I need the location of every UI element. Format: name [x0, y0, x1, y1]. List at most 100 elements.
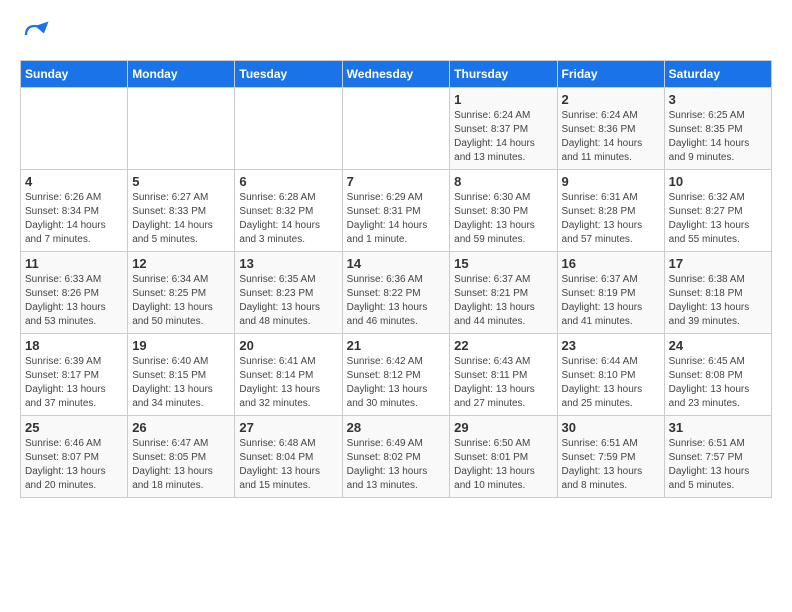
- calendar-cell: 27 Sunrise: 6:48 AMSunset: 8:04 PMDaylig…: [235, 416, 342, 498]
- day-info: Sunrise: 6:33 AMSunset: 8:26 PMDaylight:…: [25, 273, 123, 329]
- calendar-cell: 5 Sunrise: 6:27 AMSunset: 8:33 PMDayligh…: [128, 170, 235, 252]
- calendar-cell: 19 Sunrise: 6:40 AMSunset: 8:15 PMDaylig…: [128, 334, 235, 416]
- day-number: 6: [239, 174, 337, 189]
- calendar-cell: 15 Sunrise: 6:37 AMSunset: 8:21 PMDaylig…: [450, 252, 557, 334]
- calendar-cell: 30 Sunrise: 6:51 AMSunset: 7:59 PMDaylig…: [557, 416, 664, 498]
- calendar-cell: 3 Sunrise: 6:25 AMSunset: 8:35 PMDayligh…: [664, 88, 771, 170]
- day-info: Sunrise: 6:41 AMSunset: 8:14 PMDaylight:…: [239, 355, 337, 411]
- day-info: Sunrise: 6:39 AMSunset: 8:17 PMDaylight:…: [25, 355, 123, 411]
- calendar-cell: 22 Sunrise: 6:43 AMSunset: 8:11 PMDaylig…: [450, 334, 557, 416]
- day-number: 25: [25, 420, 123, 435]
- calendar-cell: 21 Sunrise: 6:42 AMSunset: 8:12 PMDaylig…: [342, 334, 450, 416]
- day-number: 3: [669, 92, 767, 107]
- day-info: Sunrise: 6:51 AMSunset: 7:57 PMDaylight:…: [669, 437, 767, 493]
- day-info: Sunrise: 6:51 AMSunset: 7:59 PMDaylight:…: [562, 437, 660, 493]
- calendar-cell: 11 Sunrise: 6:33 AMSunset: 8:26 PMDaylig…: [21, 252, 128, 334]
- day-number: 4: [25, 174, 123, 189]
- logo-icon: [20, 20, 50, 50]
- calendar-cell: [235, 88, 342, 170]
- day-info: Sunrise: 6:26 AMSunset: 8:34 PMDaylight:…: [25, 191, 123, 247]
- day-header-sunday: Sunday: [21, 61, 128, 88]
- calendar-cell: 25 Sunrise: 6:46 AMSunset: 8:07 PMDaylig…: [21, 416, 128, 498]
- day-number: 19: [132, 338, 230, 353]
- day-number: 5: [132, 174, 230, 189]
- day-info: Sunrise: 6:30 AMSunset: 8:30 PMDaylight:…: [454, 191, 552, 247]
- calendar-cell: 7 Sunrise: 6:29 AMSunset: 8:31 PMDayligh…: [342, 170, 450, 252]
- day-number: 10: [669, 174, 767, 189]
- calendar-week-5: 25 Sunrise: 6:46 AMSunset: 8:07 PMDaylig…: [21, 416, 772, 498]
- calendar-cell: 17 Sunrise: 6:38 AMSunset: 8:18 PMDaylig…: [664, 252, 771, 334]
- day-number: 21: [347, 338, 446, 353]
- day-header-thursday: Thursday: [450, 61, 557, 88]
- calendar-cell: 31 Sunrise: 6:51 AMSunset: 7:57 PMDaylig…: [664, 416, 771, 498]
- day-info: Sunrise: 6:24 AMSunset: 8:36 PMDaylight:…: [562, 109, 660, 165]
- day-number: 18: [25, 338, 123, 353]
- day-number: 7: [347, 174, 446, 189]
- day-number: 30: [562, 420, 660, 435]
- calendar-cell: 28 Sunrise: 6:49 AMSunset: 8:02 PMDaylig…: [342, 416, 450, 498]
- day-number: 28: [347, 420, 446, 435]
- day-info: Sunrise: 6:28 AMSunset: 8:32 PMDaylight:…: [239, 191, 337, 247]
- calendar-cell: 10 Sunrise: 6:32 AMSunset: 8:27 PMDaylig…: [664, 170, 771, 252]
- calendar-cell: [21, 88, 128, 170]
- day-number: 20: [239, 338, 337, 353]
- calendar-cell: 26 Sunrise: 6:47 AMSunset: 8:05 PMDaylig…: [128, 416, 235, 498]
- calendar-cell: 18 Sunrise: 6:39 AMSunset: 8:17 PMDaylig…: [21, 334, 128, 416]
- calendar-week-3: 11 Sunrise: 6:33 AMSunset: 8:26 PMDaylig…: [21, 252, 772, 334]
- calendar-cell: 1 Sunrise: 6:24 AMSunset: 8:37 PMDayligh…: [450, 88, 557, 170]
- day-info: Sunrise: 6:49 AMSunset: 8:02 PMDaylight:…: [347, 437, 446, 493]
- day-header-saturday: Saturday: [664, 61, 771, 88]
- day-number: 22: [454, 338, 552, 353]
- calendar-cell: 2 Sunrise: 6:24 AMSunset: 8:36 PMDayligh…: [557, 88, 664, 170]
- day-info: Sunrise: 6:42 AMSunset: 8:12 PMDaylight:…: [347, 355, 446, 411]
- calendar-cell: 4 Sunrise: 6:26 AMSunset: 8:34 PMDayligh…: [21, 170, 128, 252]
- page-header: [20, 20, 772, 50]
- day-info: Sunrise: 6:37 AMSunset: 8:21 PMDaylight:…: [454, 273, 552, 329]
- day-number: 2: [562, 92, 660, 107]
- day-info: Sunrise: 6:47 AMSunset: 8:05 PMDaylight:…: [132, 437, 230, 493]
- calendar-cell: 14 Sunrise: 6:36 AMSunset: 8:22 PMDaylig…: [342, 252, 450, 334]
- day-number: 24: [669, 338, 767, 353]
- calendar-cell: 12 Sunrise: 6:34 AMSunset: 8:25 PMDaylig…: [128, 252, 235, 334]
- day-number: 15: [454, 256, 552, 271]
- calendar-cell: 16 Sunrise: 6:37 AMSunset: 8:19 PMDaylig…: [557, 252, 664, 334]
- day-info: Sunrise: 6:34 AMSunset: 8:25 PMDaylight:…: [132, 273, 230, 329]
- day-info: Sunrise: 6:45 AMSunset: 8:08 PMDaylight:…: [669, 355, 767, 411]
- day-number: 31: [669, 420, 767, 435]
- day-info: Sunrise: 6:40 AMSunset: 8:15 PMDaylight:…: [132, 355, 230, 411]
- calendar-cell: 8 Sunrise: 6:30 AMSunset: 8:30 PMDayligh…: [450, 170, 557, 252]
- day-number: 17: [669, 256, 767, 271]
- calendar-cell: 9 Sunrise: 6:31 AMSunset: 8:28 PMDayligh…: [557, 170, 664, 252]
- day-header-wednesday: Wednesday: [342, 61, 450, 88]
- calendar-cell: 20 Sunrise: 6:41 AMSunset: 8:14 PMDaylig…: [235, 334, 342, 416]
- calendar-week-4: 18 Sunrise: 6:39 AMSunset: 8:17 PMDaylig…: [21, 334, 772, 416]
- day-number: 11: [25, 256, 123, 271]
- calendar-cell: 13 Sunrise: 6:35 AMSunset: 8:23 PMDaylig…: [235, 252, 342, 334]
- day-info: Sunrise: 6:48 AMSunset: 8:04 PMDaylight:…: [239, 437, 337, 493]
- calendar-week-1: 1 Sunrise: 6:24 AMSunset: 8:37 PMDayligh…: [21, 88, 772, 170]
- day-number: 8: [454, 174, 552, 189]
- day-number: 12: [132, 256, 230, 271]
- day-info: Sunrise: 6:25 AMSunset: 8:35 PMDaylight:…: [669, 109, 767, 165]
- day-number: 27: [239, 420, 337, 435]
- calendar-cell: 29 Sunrise: 6:50 AMSunset: 8:01 PMDaylig…: [450, 416, 557, 498]
- day-info: Sunrise: 6:31 AMSunset: 8:28 PMDaylight:…: [562, 191, 660, 247]
- day-info: Sunrise: 6:37 AMSunset: 8:19 PMDaylight:…: [562, 273, 660, 329]
- day-number: 14: [347, 256, 446, 271]
- days-header-row: SundayMondayTuesdayWednesdayThursdayFrid…: [21, 61, 772, 88]
- day-number: 23: [562, 338, 660, 353]
- day-number: 16: [562, 256, 660, 271]
- calendar-cell: 24 Sunrise: 6:45 AMSunset: 8:08 PMDaylig…: [664, 334, 771, 416]
- day-info: Sunrise: 6:24 AMSunset: 8:37 PMDaylight:…: [454, 109, 552, 165]
- day-number: 26: [132, 420, 230, 435]
- day-info: Sunrise: 6:29 AMSunset: 8:31 PMDaylight:…: [347, 191, 446, 247]
- calendar-cell: [128, 88, 235, 170]
- day-number: 9: [562, 174, 660, 189]
- calendar-cell: 6 Sunrise: 6:28 AMSunset: 8:32 PMDayligh…: [235, 170, 342, 252]
- calendar-table: SundayMondayTuesdayWednesdayThursdayFrid…: [20, 60, 772, 498]
- calendar-cell: 23 Sunrise: 6:44 AMSunset: 8:10 PMDaylig…: [557, 334, 664, 416]
- day-header-friday: Friday: [557, 61, 664, 88]
- day-info: Sunrise: 6:46 AMSunset: 8:07 PMDaylight:…: [25, 437, 123, 493]
- logo: [20, 20, 54, 50]
- day-number: 1: [454, 92, 552, 107]
